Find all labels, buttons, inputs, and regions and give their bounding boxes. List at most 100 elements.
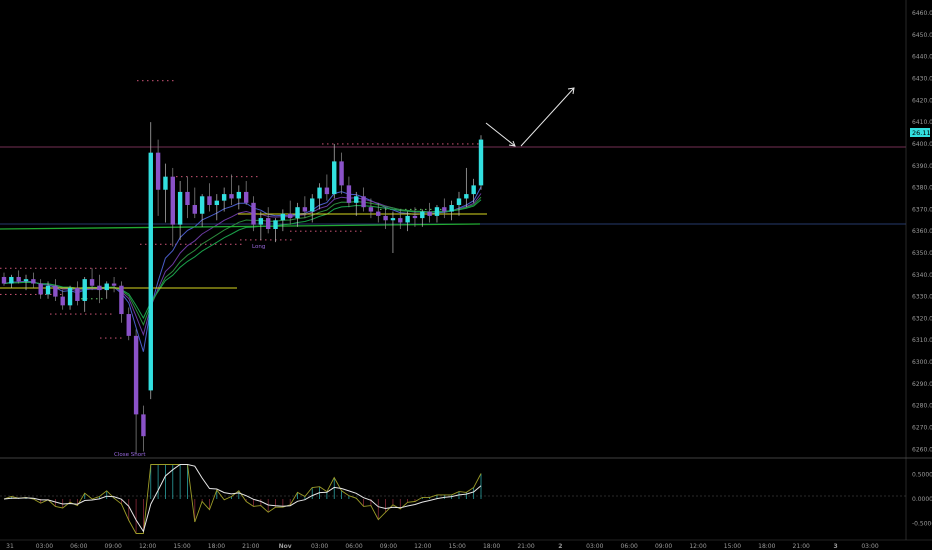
stop-dot: [320, 230, 322, 232]
stop-dot: [315, 230, 317, 232]
stop-dot: [115, 337, 117, 339]
price-tick-label: 6390.00: [912, 163, 932, 170]
stop-dot: [35, 293, 37, 295]
time-tick-label: 06:00: [621, 543, 638, 550]
candle-body: [97, 285, 102, 291]
candle-body: [236, 191, 242, 199]
stop-dot: [167, 80, 169, 82]
candle-body: [243, 191, 249, 203]
stop-dot: [377, 143, 379, 145]
candle-body: [126, 314, 131, 336]
stop-dot: [335, 230, 337, 232]
stop-dot: [25, 293, 27, 295]
candle-body: [23, 279, 29, 282]
time-tick-label: 12:00: [414, 543, 431, 550]
stop-dot: [420, 208, 422, 210]
stop-dot: [10, 293, 12, 295]
candle-body: [361, 196, 366, 208]
stop-dot: [85, 267, 87, 269]
candle-body: [280, 213, 286, 221]
candle-body: [214, 200, 220, 206]
candle-body: [185, 191, 190, 206]
stop-dot: [176, 176, 178, 178]
stop-dot: [196, 176, 198, 178]
stop-dot: [240, 243, 242, 245]
price-axis[interactable]: 6460.00 6450.00 6440.00 6430.00 6420.00 6410.…: [912, 10, 932, 453]
candle-body: [317, 187, 322, 199]
stop-dot: [447, 143, 449, 145]
candle-body: [170, 176, 175, 225]
trading-chart[interactable]: Close Short Long 6460.006450.006440.0064…: [0, 0, 932, 550]
candle-body: [221, 194, 227, 201]
stop-dot: [290, 230, 292, 232]
stop-dot: [60, 313, 62, 315]
time-tick-label: 03:00: [586, 543, 603, 550]
stop-dot: [226, 176, 228, 178]
candle-body: [60, 296, 65, 306]
stop-dot: [215, 243, 217, 245]
stop-dot: [110, 337, 112, 339]
candle-body: [265, 218, 271, 229]
price-tick-label: 6310.00: [912, 337, 932, 344]
candle-body: [16, 276, 21, 282]
candle-body: [471, 185, 476, 195]
stop-dot: [90, 267, 92, 269]
candle-body: [31, 279, 36, 284]
stop-dot: [205, 243, 207, 245]
time-tick-label: 03:00: [36, 543, 53, 550]
oscillator-tick-label: 0.0000: [912, 496, 932, 503]
candle-body: [229, 194, 234, 199]
stop-dot: [191, 176, 193, 178]
time-tick-label: 18:00: [208, 543, 225, 550]
price-tick-label: 6440.00: [912, 54, 932, 61]
stop-dot: [90, 313, 92, 315]
price-tick-label: 6260.00: [912, 446, 932, 453]
stop-dot: [442, 143, 444, 145]
stop-dot: [457, 143, 459, 145]
candle-body: [104, 283, 109, 291]
stop-dot: [20, 293, 22, 295]
stop-dot: [137, 80, 139, 82]
stop-dot: [382, 143, 384, 145]
candle-body: [302, 207, 308, 212]
stop-dot: [105, 313, 107, 315]
candle-body: [1, 276, 7, 284]
stop-dot: [427, 143, 429, 145]
stop-dot: [327, 143, 329, 145]
candle-body: [295, 207, 300, 219]
candle-body: [192, 205, 198, 214]
candle-body: [287, 213, 293, 219]
stop-dot: [241, 176, 243, 178]
candle-body: [177, 191, 183, 225]
stop-dot: [181, 176, 183, 178]
candle-body: [442, 207, 447, 212]
candle-body: [310, 198, 315, 212]
stop-dot: [290, 239, 292, 241]
time-tick-label: 2: [558, 543, 562, 550]
stop-dot: [180, 243, 182, 245]
stop-dot: [110, 313, 112, 315]
stop-dot: [221, 176, 223, 178]
stop-dot: [120, 267, 122, 269]
candle-body: [354, 196, 359, 203]
stop-dot: [155, 243, 157, 245]
stop-dot: [50, 313, 52, 315]
stop-dot: [152, 80, 154, 82]
stop-dot: [20, 267, 22, 269]
oscillator-tick-label: 0.5000: [912, 471, 932, 478]
time-tick-label: 03:00: [311, 543, 328, 550]
stop-dot: [285, 239, 287, 241]
candle-body: [75, 287, 80, 301]
candle-body: [199, 196, 205, 214]
stop-dot: [347, 143, 349, 145]
time-tick-label: 21:00: [793, 543, 810, 550]
stop-dot: [362, 143, 364, 145]
stop-dot: [337, 143, 339, 145]
stop-dot: [80, 267, 82, 269]
candle-body: [133, 335, 139, 415]
stop-dot: [0, 293, 2, 295]
stop-dot: [125, 267, 127, 269]
stop-dot: [101, 298, 103, 300]
stop-dot: [210, 243, 212, 245]
stop-dot: [477, 143, 479, 145]
